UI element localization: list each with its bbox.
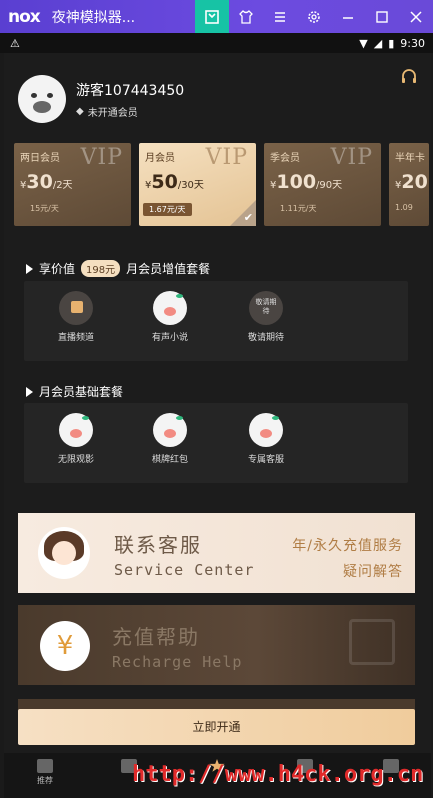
service-title: 联系客服 <box>114 533 202 557</box>
value-pack-panel: 直播频道 有声小说 敬请期待 敬请期待 <box>24 281 408 361</box>
yuan-icon: ¥ <box>40 621 90 671</box>
feature-redpacket[interactable]: 棋牌红包 <box>130 413 210 465</box>
user-profile[interactable]: 游客107443450 ◆ 未开通会员 <box>18 75 184 123</box>
feature-label: 无限观影 <box>57 455 94 465</box>
basic-pack-panel: 无限观影 棋牌红包 专属客服 <box>24 403 408 483</box>
plan-per-day: 1.67元/天 <box>143 203 192 216</box>
emulator-titlebar: nox 夜神模拟器... <box>0 0 433 33</box>
home-icon <box>37 759 53 773</box>
plan-per-day: 15元/天 <box>30 204 59 213</box>
shirt-icon[interactable] <box>229 0 263 33</box>
minimize-icon[interactable] <box>331 0 365 33</box>
recharge-subtitle: Recharge Help <box>112 653 243 671</box>
vip-status-label: 未开通会员 <box>87 107 138 119</box>
plan-price: ¥20 <box>395 171 428 193</box>
service-subtitle: Service Center <box>114 561 255 579</box>
vip-watermark: VIP <box>80 145 123 170</box>
signal-icon: ◢ <box>373 36 383 50</box>
nav-recommend[interactable]: 推荐 <box>20 759 70 786</box>
menu-icon[interactable] <box>263 0 297 33</box>
window-title: 夜神模拟器... <box>51 9 136 26</box>
vip-status: ◆ 未开通会员 <box>76 104 184 119</box>
service-note-1: 年/永久充值服务 <box>292 538 403 554</box>
feature-coming-soon[interactable]: 敬请期待 敬请期待 <box>226 291 306 343</box>
vip-page: 游客107443450 ◆ 未开通会员 两日会员 VIP ¥30/2天 15元/… <box>4 53 431 798</box>
feature-label: 棋牌红包 <box>151 455 188 465</box>
avatar[interactable] <box>18 75 66 123</box>
gear-icon[interactable] <box>297 0 331 33</box>
feature-label: 专属客服 <box>247 455 284 465</box>
play-icon <box>349 619 395 665</box>
feature-label: 直播频道 <box>57 333 94 343</box>
pig-icon <box>153 413 187 447</box>
plan-name: 月会员 <box>145 153 175 164</box>
feature-label: 有声小说 <box>151 333 188 343</box>
activate-button[interactable]: 立即开通 <box>18 709 415 745</box>
status-bar: ⚠ ▼ ◢ ▮ 9:30 <box>0 33 433 53</box>
pig-icon <box>249 413 283 447</box>
plan-name: 季会员 <box>270 153 300 164</box>
wifi-icon: ▼ <box>359 36 368 50</box>
feature-unlimited[interactable]: 无限观影 <box>36 413 116 465</box>
battery-icon: ▮ <box>388 36 395 50</box>
warning-icon: ⚠ <box>10 36 20 50</box>
service-note-2: 疑问解答 <box>343 564 403 580</box>
coming-soon-icon: 敬请期待 <box>249 291 283 325</box>
live-channel-icon <box>59 291 93 325</box>
plan-price: ¥100/90天 <box>270 171 343 193</box>
value-badge: 198元 <box>81 260 121 277</box>
basic-pack-title: 月会员基础套餐 <box>26 383 123 400</box>
pig-icon <box>153 291 187 325</box>
nox-logo: nox <box>8 6 41 27</box>
plan-price: ¥30/2天 <box>20 171 73 193</box>
feature-live[interactable]: 直播频道 <box>36 291 116 343</box>
watermark-text: http://www.h4ck.org.cn <box>132 762 424 787</box>
checkmark-icon: ✔ <box>230 200 256 226</box>
feature-audiobook[interactable]: 有声小说 <box>130 291 210 343</box>
plan-list: 两日会员 VIP ¥30/2天 15元/天 月会员 VIP ¥50/30天 1.… <box>14 143 429 226</box>
plan-name: 半年卡 <box>395 153 425 164</box>
plan-card-2day[interactable]: 两日会员 VIP ¥30/2天 15元/天 <box>14 143 131 226</box>
plan-card-season[interactable]: 季会员 VIP ¥100/90天 1.11元/天 <box>264 143 381 226</box>
vip-watermark: VIP <box>205 145 248 170</box>
triangle-icon <box>26 263 33 274</box>
plan-name: 两日会员 <box>20 153 60 164</box>
pig-icon <box>59 413 93 447</box>
feature-support[interactable]: 专属客服 <box>226 413 306 465</box>
feature-label: 敬请期待 <box>247 333 284 343</box>
recharge-title: 充值帮助 <box>112 625 200 649</box>
plan-price: ¥50/30天 <box>145 171 204 193</box>
plan-per-day: 1.11元/天 <box>280 204 317 213</box>
triangle-icon <box>26 386 33 397</box>
recharge-help-card[interactable]: ¥ 充值帮助 Recharge Help <box>18 605 415 685</box>
clock: 9:30 <box>400 36 425 50</box>
window-controls <box>195 0 433 33</box>
service-avatar <box>38 527 90 579</box>
maximize-icon[interactable] <box>365 0 399 33</box>
status-icons: ▼ ◢ ▮ 9:30 <box>359 33 425 53</box>
plan-per-day: 1.09 <box>395 203 413 212</box>
plan-card-halfyear[interactable]: 半年卡 ¥20 1.09 <box>389 143 429 226</box>
close-icon[interactable] <box>399 0 433 33</box>
headset-icon[interactable] <box>399 67 419 87</box>
bookmark-icon[interactable] <box>195 0 229 33</box>
vip-watermark: VIP <box>330 145 373 170</box>
diamond-icon: ◆ <box>76 105 84 117</box>
user-name: 游客107443450 <box>76 82 185 99</box>
value-pack-title: 享价值 198元 月会员增值套餐 <box>26 260 210 277</box>
plan-card-month[interactable]: 月会员 VIP ¥50/30天 1.67元/天 ✔ <box>139 143 256 226</box>
service-center-card[interactable]: 联系客服 Service Center 年/永久充值服务 疑问解答 <box>18 513 415 593</box>
